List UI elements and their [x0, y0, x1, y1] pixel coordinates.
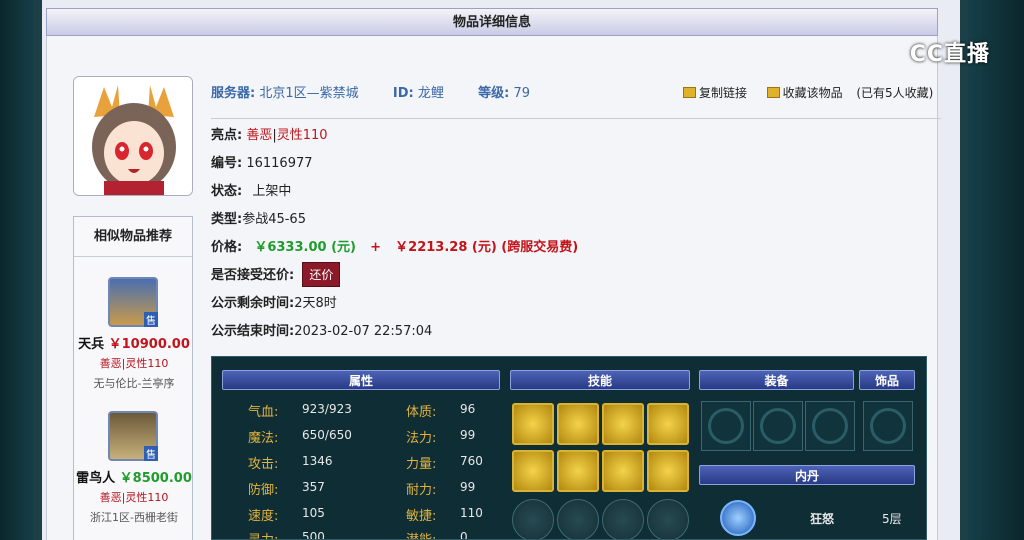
attr-label: 力量: — [406, 457, 437, 472]
attr-label: 防御: — [248, 483, 279, 498]
neidan-icon[interactable] — [720, 500, 756, 536]
content-area: 相似物品推荐 售 天兵 ￥10900.00 善恶|灵性110 无与伦比-兰亭序 … — [46, 36, 941, 540]
number-row: 编号: 16116977 — [211, 156, 313, 171]
skill-slot-1-icon[interactable] — [512, 403, 554, 445]
sale-tag: 售 — [144, 312, 158, 327]
attr-label: 攻击: — [248, 457, 279, 472]
tab-equipment[interactable]: 装备 — [699, 370, 854, 390]
attr-label: 魔法: — [248, 431, 279, 446]
id-value: 龙鲤 — [417, 86, 444, 101]
tab-neidan[interactable]: 内丹 — [699, 465, 915, 485]
tab-ornament[interactable]: 饰品 — [859, 370, 915, 390]
attr-value: 99 — [460, 480, 476, 494]
equipment-slot-3[interactable] — [805, 401, 855, 451]
skill-slot-4-icon[interactable] — [647, 403, 689, 445]
similar-item-1-tags: 善恶|灵性110 — [99, 357, 169, 370]
equipment-slot-1[interactable] — [701, 401, 751, 451]
item-links: 复制链接 收藏该物品 (已有5人收藏) — [683, 84, 933, 101]
neidan-level: 5层 — [882, 512, 902, 526]
similar-items-title: 相似物品推荐 — [74, 217, 192, 257]
ornament-slot[interactable] — [863, 401, 913, 451]
attr-value: 0 — [460, 530, 468, 540]
favorite-link[interactable]: 收藏该物品 — [783, 86, 843, 100]
empty-skill-slot-icon — [602, 499, 644, 539]
attr-value: 650/650 — [302, 428, 352, 442]
similar-item-1-icon[interactable]: 售 — [108, 277, 158, 327]
similar-item-2-tags: 善恶|灵性110 — [99, 491, 169, 504]
haggle-button[interactable]: 还价 — [302, 262, 341, 287]
skill-slot-5-icon[interactable] — [512, 450, 554, 492]
neidan-name: 狂怒 — [810, 512, 835, 526]
empty-skill-slot-icon — [557, 499, 599, 539]
equipment-slot-2[interactable] — [753, 401, 803, 451]
attr-value: 500 — [302, 530, 325, 540]
highlights-row: 亮点: 善恶|灵性110 — [211, 128, 328, 143]
similar-items-box: 相似物品推荐 售 天兵 ￥10900.00 善恶|灵性110 无与伦比-兰亭序 … — [73, 216, 193, 540]
empty-skill-slot-icon — [512, 499, 554, 539]
skill-slot-2-icon[interactable] — [557, 403, 599, 445]
cc-live-watermark: CC直播 — [909, 42, 990, 67]
server-value: 北京1区—紫禁城 — [259, 86, 359, 101]
favorite-icon — [766, 87, 780, 98]
attr-value: 110 — [460, 506, 483, 520]
level-value: 79 — [513, 86, 531, 101]
tab-skills[interactable]: 技能 — [510, 370, 690, 390]
attr-label: 法力: — [406, 431, 437, 446]
left-frame — [0, 0, 34, 540]
pet-detail-panel: 属性 技能 装备 饰品 气血: 923/923 魔法: 650/650 攻击: … — [211, 356, 927, 540]
attr-value: 105 — [302, 506, 325, 520]
similar-item-1-name: 天兵 — [78, 337, 105, 352]
attr-value: 923/923 — [302, 402, 352, 416]
type-row: 类型:参战45-65 — [211, 212, 306, 227]
empty-skill-slot-icon — [647, 499, 689, 539]
server-info: 服务器: 北京1区—紫禁城 ID: 龙鲤 等级: 79 — [211, 86, 531, 101]
attr-value: 99 — [460, 428, 476, 442]
price-row: 价格: ￥6333.00 (元) + ￥2213.28 (元) (跨服交易费) — [211, 240, 579, 255]
pet-avatar — [73, 76, 193, 196]
attr-label: 耐力: — [406, 483, 437, 498]
copy-link[interactable]: 复制链接 — [699, 86, 747, 100]
similar-item-1-server: 无与伦比-兰亭序 — [93, 377, 175, 390]
right-frame — [968, 0, 1024, 540]
price-value: ￥6333.00 (元) — [254, 240, 356, 255]
similar-item-2-price: ￥8500.00 — [119, 471, 192, 486]
skill-slot-7-icon[interactable] — [602, 450, 644, 492]
divider — [211, 118, 941, 119]
skill-slot-8-icon[interactable] — [647, 450, 689, 492]
remain-row: 公示剩余时间:2天8时 — [211, 296, 337, 311]
sale-tag: 售 — [144, 446, 158, 461]
status-row: 状态: 上架中 — [211, 184, 292, 199]
similar-item-2-icon[interactable]: 售 — [108, 411, 158, 461]
similar-item-1-price-line[interactable]: 天兵 ￥10900.00 — [74, 333, 194, 352]
similar-item-1-price: ￥10900.00 — [108, 337, 190, 352]
similar-item-2-price-line[interactable]: 雷鸟人 ￥8500.00 — [74, 467, 194, 486]
skill-slot-3-icon[interactable] — [602, 403, 644, 445]
similar-item-2-name: 雷鸟人 — [76, 471, 116, 486]
skill-slot-6-icon[interactable] — [557, 450, 599, 492]
attr-label: 灵力: — [248, 529, 278, 539]
attr-label: 气血: — [248, 405, 279, 420]
attr-value: 760 — [460, 454, 483, 468]
similar-item-2-server: 浙江1区-西栅老街 — [90, 511, 178, 524]
favorite-count: (已有5人收藏) — [856, 86, 934, 100]
attr-label: 潜能: — [406, 529, 436, 539]
attr-value: 357 — [302, 480, 325, 494]
tab-attributes[interactable]: 属性 — [222, 370, 500, 390]
panel-title: 物品详细信息 — [46, 8, 938, 36]
attr-value: 96 — [460, 402, 476, 416]
end-row: 公示结束时间:2023-02-07 22:57:04 — [211, 324, 433, 339]
attr-value: 1346 — [302, 454, 333, 468]
attr-label: 敏捷: — [406, 509, 437, 524]
haggle-row: 是否接受还价: 还价 — [211, 262, 341, 287]
attr-label: 体质: — [406, 405, 437, 420]
cross-server-fee: ￥2213.28 (元) (跨服交易费) — [395, 240, 579, 255]
attr-label: 速度: — [248, 509, 279, 524]
item-detail-panel: 物品详细信息 相似物品推荐 售 天兵 ￥10900.00 善恶|灵性110 无与… — [34, 0, 968, 540]
copy-link-icon — [683, 87, 696, 98]
